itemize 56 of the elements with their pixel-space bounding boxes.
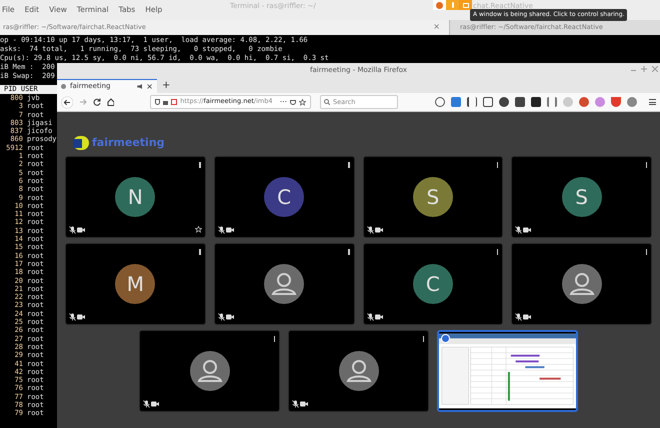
camera-icon bbox=[523, 227, 532, 233]
person-avatar bbox=[190, 351, 230, 391]
close-tab-button[interactable]: × bbox=[433, 21, 440, 33]
video-tile[interactable] bbox=[511, 243, 652, 325]
back-icon[interactable] bbox=[61, 96, 74, 108]
home-icon[interactable] bbox=[106, 98, 114, 106]
muted-microphone-icon bbox=[218, 313, 225, 321]
camera-icon bbox=[374, 314, 382, 320]
close-tab-button[interactable]: × bbox=[146, 80, 153, 92]
logo-text: fairmeeting bbox=[92, 134, 165, 151]
site-icon bbox=[61, 84, 66, 89]
initial-avatar: C bbox=[264, 177, 304, 217]
muted-microphone-icon bbox=[515, 226, 522, 234]
camera-icon bbox=[226, 314, 234, 320]
speaker-icon[interactable] bbox=[137, 84, 142, 89]
search-icon bbox=[324, 99, 330, 105]
camera-icon bbox=[77, 227, 85, 233]
permissions-icon[interactable] bbox=[171, 99, 178, 105]
video-tile[interactable]: C bbox=[214, 156, 354, 238]
video-tile[interactable]: M bbox=[65, 243, 206, 325]
muted-microphone-icon bbox=[69, 313, 76, 321]
muted-microphone-icon bbox=[143, 400, 150, 408]
initial-avatar: N bbox=[115, 177, 156, 217]
reload-icon[interactable] bbox=[93, 98, 101, 106]
shield-icon[interactable] bbox=[610, 97, 621, 107]
muted-microphone-icon bbox=[366, 313, 374, 321]
pocket-icon[interactable] bbox=[290, 100, 296, 104]
video-tile[interactable]: S bbox=[511, 156, 652, 238]
star-icon[interactable] bbox=[298, 98, 306, 106]
video-tile[interactable] bbox=[288, 330, 429, 412]
person-avatar bbox=[338, 351, 378, 391]
muted-microphone-icon bbox=[218, 226, 225, 234]
person-avatar bbox=[264, 264, 304, 304]
camera-icon bbox=[374, 227, 382, 233]
camera-icon bbox=[77, 314, 85, 320]
video-tile[interactable]: C bbox=[362, 243, 504, 325]
video-tile[interactable] bbox=[139, 330, 280, 412]
muted-microphone-icon bbox=[515, 313, 522, 321]
initial-avatar: S bbox=[412, 177, 453, 217]
camera-icon bbox=[151, 401, 159, 407]
video-tile[interactable]: S bbox=[362, 156, 504, 238]
muted-microphone-icon bbox=[69, 226, 76, 234]
muted-microphone-icon bbox=[292, 400, 299, 408]
new-tab-button[interactable]: + bbox=[157, 79, 176, 93]
person-avatar bbox=[562, 264, 602, 304]
camera-icon bbox=[226, 227, 234, 233]
muted-microphone-icon bbox=[366, 226, 374, 234]
menu-icon[interactable] bbox=[648, 99, 656, 105]
logo-icon bbox=[73, 136, 89, 150]
initial-avatar: M bbox=[115, 264, 156, 304]
camera-icon bbox=[523, 314, 532, 320]
camera-icon bbox=[300, 401, 308, 407]
initial-avatar: S bbox=[562, 177, 602, 217]
shield-icon[interactable] bbox=[155, 99, 160, 105]
video-tile[interactable] bbox=[214, 243, 354, 325]
initial-avatar: C bbox=[412, 264, 453, 304]
